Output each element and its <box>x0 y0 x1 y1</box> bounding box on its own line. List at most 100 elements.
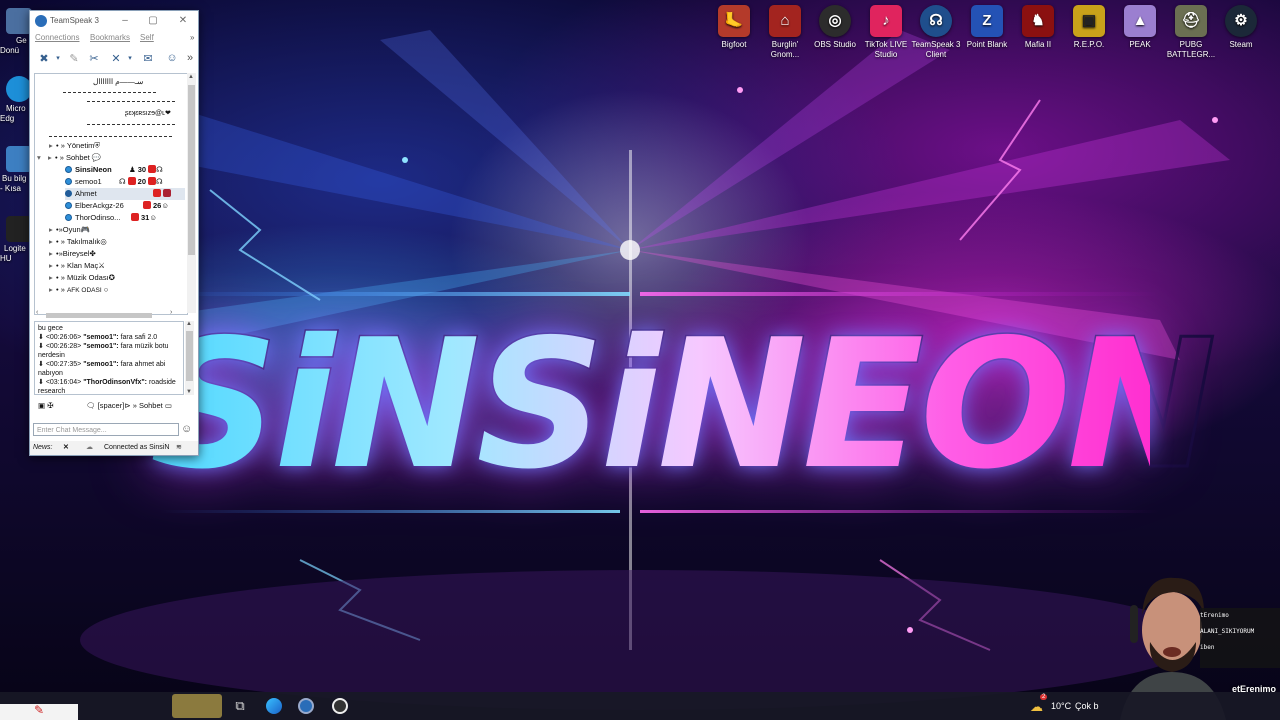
desktop-icon-left-1[interactable]: Ge Donü <box>0 8 32 56</box>
server-tree-icon: ✠ <box>47 401 54 410</box>
webcam-chat-overlay: tErenimo ALANI_SIKIYORUM iben <box>1200 608 1280 668</box>
user-name: ElberAckgz-26 <box>75 201 124 210</box>
headset-icon: ☊ <box>119 177 126 186</box>
desktop-icon-pubg[interactable]: ⛑ PUBG BATTLEGR... <box>1165 5 1217 60</box>
desktop-icon-point-blank[interactable]: Z Point Blank <box>961 5 1013 50</box>
desktop-icon-teamspeak[interactable]: ☊ TeamSpeak 3 Client <box>910 5 962 60</box>
desktop-icon-bigfoot[interactable]: 🦶 Bigfoot <box>708 5 760 50</box>
tab-channel[interactable]: 🗨 [spacer]⊳ » Sohbet ▭ <box>86 399 172 413</box>
chat-user[interactable]: "semoo1": <box>83 343 118 350</box>
user-row-selected[interactable]: Ahmet <box>65 188 185 200</box>
scroll-up-icon[interactable]: ▲ <box>186 321 192 327</box>
scrollbar-thumb[interactable] <box>186 331 193 381</box>
window-titlebar[interactable]: TeamSpeak 3 – ▢ ✕ <box>30 11 198 31</box>
channel-row[interactable]: ▸ • » AFK ODASI ○ <box>49 284 108 296</box>
chat-line: ⬇ <03:16:04> "ThorOdinsonVfx": roadside … <box>38 379 176 395</box>
close-news-icon[interactable]: ✕ <box>63 441 69 455</box>
channel-name: Bireysel <box>62 249 90 258</box>
channel-row[interactable]: ▸ • » Takılmalık◎ <box>49 236 107 248</box>
minimize-icon[interactable]: – <box>118 14 132 28</box>
chat-message-input[interactable]: Enter Chat Message... <box>33 423 179 436</box>
desktop-icon-tiktok[interactable]: ♪ TikTok LIVE Studio <box>860 5 912 60</box>
expand-icon[interactable]: ▸ <box>49 272 56 284</box>
obs-icon[interactable] <box>330 696 350 716</box>
scroll-right-icon[interactable]: › <box>170 309 172 316</box>
expand-icon[interactable]: ▸ <box>49 248 56 260</box>
task-view-icon[interactable]: ⧉ <box>230 696 250 716</box>
toolbar-more-icon[interactable]: » <box>186 50 194 66</box>
expand-icon[interactable]: ▸ <box>49 260 56 272</box>
connect-icon[interactable]: ✖ <box>36 50 52 66</box>
disconnect-icon[interactable]: ✎ <box>66 50 82 66</box>
tree-scrollbar[interactable]: ▲ <box>187 73 196 313</box>
tree-horizontal-scrollbar[interactable]: ‹ › <box>34 309 196 319</box>
maximize-icon[interactable]: ▢ <box>146 14 160 28</box>
channel-row[interactable]: ▸ • » Klan Maç⚔ <box>49 260 105 272</box>
weather-widget[interactable]: ☁ 2 10°C Çok b <box>1030 694 1099 716</box>
desktop-icon-obs[interactable]: ◎ OBS Studio <box>809 5 861 50</box>
contacts-icon[interactable]: ☺ <box>164 50 180 66</box>
menu-connections[interactable]: Connections <box>35 33 79 42</box>
channel-row[interactable]: ▸ • » Müzik Odası✪ <box>49 272 115 284</box>
desktop-icon-steam[interactable]: ⚙ Steam <box>1215 5 1267 50</box>
channel-row[interactable]: ▸ •»Bireysel✤ <box>49 248 96 260</box>
desktop-icon-label: Logite HU <box>0 244 26 263</box>
emoji-icon[interactable]: ☺ <box>181 423 192 435</box>
tab-server[interactable]: ▣ ✠ <box>38 399 53 413</box>
chat-user[interactable]: "ThorOdinsonVfx": <box>83 379 147 386</box>
cloud-icon: ☁ <box>86 444 93 451</box>
mute-speaker-icon[interactable]: ✕ <box>108 50 124 66</box>
swords-icon: ⚔ <box>98 261 105 270</box>
arrow-icon: ⊳ <box>124 401 131 410</box>
user-row[interactable]: ElberAckgz-26 26☺ <box>65 200 185 212</box>
expand-icon[interactable]: ▸ <box>49 140 56 152</box>
chat-user[interactable]: "semoo1": <box>83 361 118 368</box>
away-icon[interactable]: ✉ <box>140 50 156 66</box>
scrollbar-thumb[interactable] <box>188 85 195 255</box>
user-name: ThorOdinso... <box>75 213 121 222</box>
chat-line: ⬇ <00:26:06> "semoo1": fara safi 2.0 <box>38 334 158 341</box>
edge-icon[interactable] <box>264 696 284 716</box>
desktop-icon-repo[interactable]: ▣ R.E.P.O. <box>1063 5 1115 50</box>
headset-icon: ☊ <box>156 177 163 186</box>
user-row[interactable]: semoo1 ☊ 20 ☊ <box>65 176 185 188</box>
desktop-icon-computer[interactable]: Bu bilg - Kısa <box>0 146 32 194</box>
scrollbar-thumb[interactable] <box>46 313 152 318</box>
expand-icon[interactable]: ▸ <box>49 236 56 248</box>
mute-microphone-icon[interactable]: ✂ <box>86 50 102 66</box>
scroll-down-icon[interactable]: ▼ <box>186 389 192 395</box>
desktop-icon-label: PEAK <box>1129 40 1151 49</box>
chat-log[interactable]: bu gece ⬇ <00:26:06> "semoo1": fara safi… <box>34 321 184 395</box>
desktop-icon-mafia[interactable]: ♞ Mafia II <box>1012 5 1064 50</box>
chat-user[interactable]: "semoo1": <box>83 334 118 341</box>
chat-time: <03:16:04> <box>45 379 82 386</box>
desktop-icon-label: OBS Studio <box>814 40 856 49</box>
taskbar-search-box[interactable]: ✎ <box>0 703 78 720</box>
user-row[interactable]: ThorOdinso... 31☺ <box>65 212 185 224</box>
channel-row[interactable]: ▸ •»Oyun🎮 <box>49 224 90 236</box>
menu-more-icon[interactable]: » <box>190 33 194 42</box>
user-row[interactable]: SinsiNeon ♟ 30 ☊ <box>65 164 185 176</box>
scroll-up-icon[interactable]: ▲ <box>188 74 194 80</box>
teamspeak-icon[interactable] <box>296 696 316 716</box>
desktop-icon-logitech[interactable]: Logite HU <box>0 216 32 264</box>
scroll-left-icon[interactable]: ‹ <box>36 309 38 316</box>
channel-row[interactable]: ▸ • » Yönetim⛨ <box>49 140 100 152</box>
channel-row[interactable]: ▾ ▸ • » Sohbet 💬 <box>37 152 101 164</box>
taskbar-thumbnail-icon[interactable] <box>172 694 222 718</box>
tab-channel-label: » Sohbet <box>132 401 163 410</box>
expand-icon[interactable]: ▸ <box>49 284 56 296</box>
menu-bookmarks[interactable]: Bookmarks <box>90 33 130 42</box>
menu-self[interactable]: Self <box>140 33 154 42</box>
chevron-down-icon[interactable]: ▾ <box>54 50 62 66</box>
expand-icon[interactable]: ▸ <box>49 224 56 236</box>
desktop-icon-edge[interactable]: Micro Edg <box>0 76 32 124</box>
collapse-icon[interactable]: ▾ <box>37 152 44 164</box>
chat-scrollbar[interactable]: ▲ ▼ <box>185 321 194 395</box>
server-tree[interactable]: سـ——م ااااااال ʂɛʞɛʀsızɘ@ʟ❤ ▸ • » Yönetim… <box>34 73 188 315</box>
close-icon[interactable]: ✕ <box>176 14 190 28</box>
teamspeak-window[interactable]: TeamSpeak 3 – ▢ ✕ Connections Bookmarks … <box>29 10 199 456</box>
chevron-down-icon[interactable]: ▾ <box>126 50 134 66</box>
desktop-icon-peak[interactable]: ▲ PEAK <box>1114 5 1166 50</box>
desktop-icon-burglin-gnomes[interactable]: ⌂ Burglin' Gnom... <box>759 5 811 60</box>
